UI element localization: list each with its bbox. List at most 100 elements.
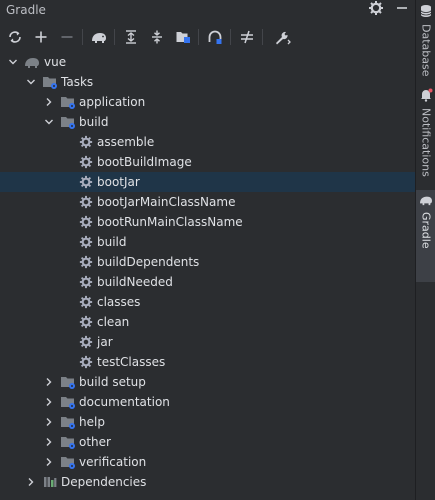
elephant-icon: [419, 194, 433, 209]
elephant-icon: [24, 54, 40, 70]
tree-node-label: classes: [97, 295, 141, 309]
gear-icon[interactable]: [368, 0, 384, 16]
elephant-icon[interactable]: [88, 26, 110, 48]
tree-node-label: buildDependents: [97, 255, 200, 269]
reload-icon[interactable]: [4, 26, 26, 48]
expand-all-icon[interactable]: [120, 26, 142, 48]
tree-node-task[interactable]: testClasses: [0, 352, 415, 372]
gear-icon: [78, 354, 94, 370]
chevron-right-icon[interactable]: [44, 377, 54, 387]
tree-node-task[interactable]: classes: [0, 292, 415, 312]
tree-node-task[interactable]: build: [0, 232, 415, 252]
gear-icon: [78, 334, 94, 350]
gear-icon: [78, 214, 94, 230]
tree-node-task[interactable]: buildNeeded: [0, 272, 415, 292]
tree-node-task[interactable]: bootJarMainClassName: [0, 192, 415, 212]
gear-icon: [78, 134, 94, 150]
right-tool-window-stripe: Database Notifications Gradle: [415, 0, 435, 500]
tree-node-label: documentation: [79, 395, 170, 409]
toggle-icon[interactable]: [236, 26, 258, 48]
gear-icon: [78, 314, 94, 330]
sidebar-tab-notifications[interactable]: Notifications: [416, 88, 435, 184]
tree-node-label: build setup: [79, 375, 146, 389]
tree-node-group-help[interactable]: help: [0, 412, 415, 432]
gear-icon: [78, 194, 94, 210]
tree-node-label: clean: [97, 315, 130, 329]
gear-icon: [78, 154, 94, 170]
tree-node-label: buildNeeded: [97, 275, 173, 289]
tree-node-label: vue: [44, 55, 67, 69]
tree-node-label: application: [79, 95, 146, 109]
tree-node-group-build[interactable]: build: [0, 112, 415, 132]
tree-node-label: build: [79, 115, 109, 129]
folder-gear-icon: [60, 374, 76, 390]
gear-icon: [78, 234, 94, 250]
tree-node-label: build: [97, 235, 127, 249]
toolbar-separator: [230, 29, 231, 45]
offline-icon[interactable]: [204, 26, 226, 48]
collapse-all-icon[interactable]: [146, 26, 168, 48]
tree-node-label: bootJar: [97, 175, 140, 189]
tree-node-task[interactable]: jar: [0, 332, 415, 352]
tree-node-task[interactable]: clean: [0, 312, 415, 332]
tool-window-title: Gradle: [6, 3, 46, 17]
tree-node-task[interactable]: bootBuildImage: [0, 152, 415, 172]
tree-node-group-verification[interactable]: verification: [0, 452, 415, 472]
bell-icon: [419, 88, 433, 105]
sidebar-tab-label: Database: [419, 24, 433, 77]
toolbar-separator: [262, 29, 263, 45]
tree-node-label: testClasses: [97, 355, 166, 369]
sidebar-tab-label: Gradle: [419, 212, 433, 249]
gear-icon: [78, 254, 94, 270]
tree-node-tasks[interactable]: Tasks: [0, 72, 415, 92]
database-icon: [420, 4, 432, 21]
chevron-right-icon[interactable]: [44, 97, 54, 107]
toolbar-separator: [82, 29, 83, 45]
minimize-icon[interactable]: [394, 0, 410, 16]
tree-node-label: other: [79, 435, 111, 449]
remove-icon[interactable]: [56, 26, 78, 48]
tree-node-group-application[interactable]: application: [0, 92, 415, 112]
folder-gear-icon: [60, 394, 76, 410]
tree-node-label: help: [79, 415, 105, 429]
folder-gear-icon: [60, 454, 76, 470]
tree-node-task-selected[interactable]: bootJar: [0, 172, 415, 192]
tree-node-label: Dependencies: [61, 475, 147, 489]
tool-window-header: Gradle: [0, 0, 415, 20]
add-icon[interactable]: [30, 26, 52, 48]
sidebar-tab-gradle[interactable]: Gradle: [416, 190, 435, 282]
tree-node-label: Tasks: [61, 75, 94, 89]
chevron-down-icon[interactable]: [8, 57, 18, 67]
tree-node-task[interactable]: buildDependents: [0, 252, 415, 272]
folder-gear-icon: [60, 94, 76, 110]
tasks-view-icon[interactable]: [172, 26, 194, 48]
gear-icon: [78, 274, 94, 290]
tree-node-group-other[interactable]: other: [0, 432, 415, 452]
tree-node-label: jar: [97, 335, 113, 349]
library-icon: [42, 474, 58, 490]
tree-node-label: assemble: [97, 135, 155, 149]
tree-node-dependencies[interactable]: Dependencies: [0, 472, 415, 492]
folder-gear-icon: [60, 114, 76, 130]
folder-gear-icon: [60, 414, 76, 430]
gear-icon: [78, 294, 94, 310]
chevron-right-icon[interactable]: [44, 417, 54, 427]
toolbar-separator: [114, 29, 115, 45]
chevron-right-icon[interactable]: [44, 397, 54, 407]
chevron-right-icon[interactable]: [44, 437, 54, 447]
tree-node-group-build-setup[interactable]: build setup: [0, 372, 415, 392]
chevron-right-icon[interactable]: [26, 477, 36, 487]
tree-node-task[interactable]: assemble: [0, 132, 415, 152]
gradle-toolbar: [0, 24, 415, 50]
tree-node-project[interactable]: vue: [0, 52, 415, 72]
folder-gear-icon: [42, 74, 58, 90]
tree-node-label: bootRunMainClassName: [97, 215, 243, 229]
chevron-right-icon[interactable]: [44, 457, 54, 467]
tree-node-task[interactable]: bootRunMainClassName: [0, 212, 415, 232]
tree-node-group-documentation[interactable]: documentation: [0, 392, 415, 412]
chevron-down-icon[interactable]: [44, 117, 54, 127]
settings-wrench-icon[interactable]: [272, 26, 294, 48]
sidebar-tab-database[interactable]: Database: [416, 4, 435, 80]
chevron-down-icon[interactable]: [26, 77, 36, 87]
tree-node-label: bootJarMainClassName: [97, 195, 236, 209]
